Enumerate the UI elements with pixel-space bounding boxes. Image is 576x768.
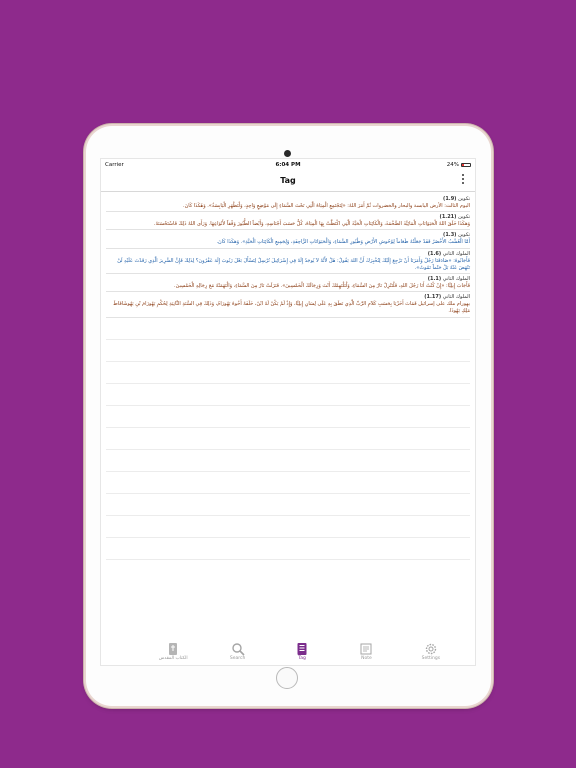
list-item[interactable]: تكوين (1.3) أَمَّا الْعُشْبُ الأَخْضَرُ … xyxy=(106,230,470,249)
list-item[interactable]: الملوك الثاني (1.6) فَأَجَابُوهُ: «صَادَ… xyxy=(106,249,470,275)
tablet-frame: Carrier 6:04 PM 24% Tag تكوين (1.9) اليو… xyxy=(86,126,491,706)
list-item[interactable]: الملوك الثاني (1.17) يهورام ملك على إسرا… xyxy=(106,292,470,318)
status-time: 6:04 PM xyxy=(275,162,301,168)
tab-label: Settings xyxy=(421,656,441,661)
tab-settings[interactable]: Settings xyxy=(399,639,463,665)
tab-bible[interactable]: الكتاب المقدس xyxy=(141,639,205,665)
empty-row xyxy=(106,318,470,340)
battery-percent: 24% xyxy=(446,162,459,168)
battery-icon xyxy=(461,163,471,167)
verse-reference: الملوك الثاني (1.1) xyxy=(106,275,470,283)
verse-text: يهورام ملك على إسرائيل فَمَاتَ أَخَزْيَا… xyxy=(113,301,470,315)
empty-row xyxy=(106,428,470,450)
empty-row xyxy=(106,538,470,560)
tab-note[interactable]: Note xyxy=(334,639,398,665)
empty-row xyxy=(106,450,470,472)
tag-icon xyxy=(295,641,309,655)
verse-text: فَأَجَابُوهُ: «صَادَفَنَا رَجُلٌ وَأَمَر… xyxy=(117,257,470,271)
book-name: الملوك الثاني xyxy=(442,276,470,283)
camera-icon xyxy=(284,150,291,157)
verse-text: اليوم الثالث: الأرض اليابسة والبحار والخ… xyxy=(183,203,470,209)
chapter-verse: (1.1) xyxy=(427,276,442,283)
note-icon xyxy=(359,641,373,655)
book-name: تكوين xyxy=(458,232,470,239)
page-title: Tag xyxy=(280,176,296,185)
chapter-verse: (1.6) xyxy=(427,250,442,257)
home-button[interactable] xyxy=(276,667,298,689)
tab-search[interactable]: Search xyxy=(205,639,269,665)
chapter-verse: (1.3) xyxy=(443,232,457,239)
empty-row xyxy=(106,384,470,406)
verse-text: فَأَجَابَ إِيلِيَّا: «إِنْ كُنْتُ أَنَا … xyxy=(174,283,470,290)
gear-icon xyxy=(424,641,438,655)
book-name: الملوك الثاني xyxy=(442,250,470,257)
verse-text: وَهكَذَا خَلَقَ اللهُ الْحَيَوَانَاتِ ال… xyxy=(153,221,470,228)
status-bar: Carrier 6:04 PM 24% xyxy=(101,159,475,171)
empty-row xyxy=(106,516,470,538)
empty-row xyxy=(106,340,470,362)
book-name: تكوين xyxy=(458,196,470,202)
navigation-bar: Tag xyxy=(101,171,475,192)
more-menu-icon[interactable] xyxy=(461,174,465,184)
tab-label: الكتاب المقدس xyxy=(158,656,188,661)
verse-reference: تكوين (1.9) xyxy=(106,195,470,203)
tab-tag[interactable]: Tag xyxy=(270,639,334,665)
battery-indicator: 24% xyxy=(447,162,471,168)
bible-icon xyxy=(166,641,180,655)
tag-list: تكوين (1.9) اليوم الثالث: الأرض اليابسة … xyxy=(101,192,475,560)
chapter-verse: (1.17) xyxy=(424,294,442,301)
list-item[interactable]: تكوين (1.21) وَهكَذَا خَلَقَ اللهُ الْحَ… xyxy=(106,212,470,231)
tab-label: Note xyxy=(361,656,372,661)
chapter-verse: (1.9) xyxy=(443,196,457,202)
empty-row xyxy=(106,362,470,384)
chapter-verse: (1.21) xyxy=(439,214,457,221)
book-name: تكوين xyxy=(458,214,470,221)
empty-row xyxy=(106,406,470,428)
search-icon xyxy=(231,641,245,656)
verse-text: أَمَّا الْعُشْبُ الأَخْضَرُ فَقَدْ جَعَل… xyxy=(216,239,470,246)
list-item[interactable]: تكوين (1.9) اليوم الثالث: الأرض اليابسة … xyxy=(106,194,470,213)
list-item[interactable]: الملوك الثاني (1.1) فَأَجَابَ إِيلِيَّا:… xyxy=(106,274,470,293)
empty-row xyxy=(106,472,470,494)
verse-reference: الملوك الثاني (1.6) xyxy=(106,250,470,258)
book-name: الملوك الثاني xyxy=(442,294,470,301)
empty-row xyxy=(106,494,470,516)
tab-bar: الكتاب المقدس Search Tag Note Settings xyxy=(141,639,463,665)
tab-label: Tag xyxy=(298,656,306,661)
verse-reference: تكوين (1.21) xyxy=(106,213,470,221)
app-screen: Carrier 6:04 PM 24% Tag تكوين (1.9) اليو… xyxy=(100,158,476,666)
tab-label: Search xyxy=(229,656,246,661)
